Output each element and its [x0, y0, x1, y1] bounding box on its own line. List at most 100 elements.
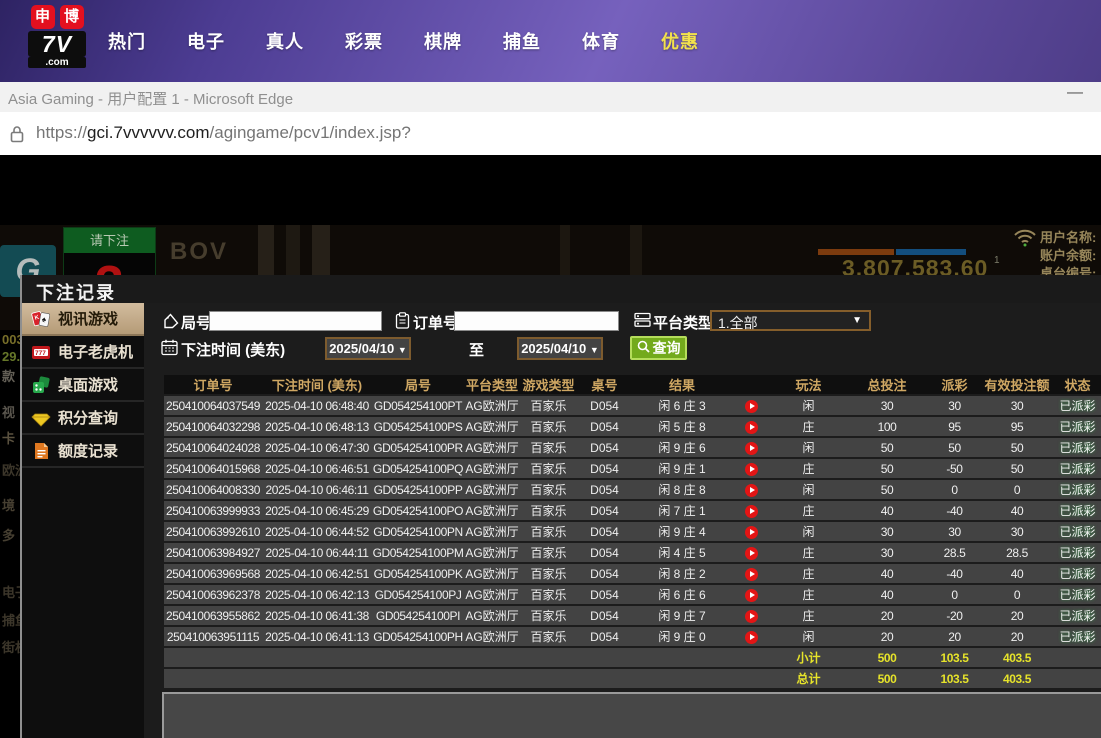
- sidebar-item-live-games[interactable]: K♠ 视讯游戏: [22, 303, 160, 336]
- screen: 申 博 7V .com 热门 电子 真人 彩票 棋牌 捕鱼 体育 优惠 Asia…: [0, 0, 1101, 738]
- cell-status: 已派彩: [1052, 627, 1101, 646]
- panel-sidebar: K♠ 视讯游戏 777 电子老虎机 桌面游戏 积分查询: [22, 303, 144, 738]
- panel-content: 局号 订单号 平台类型 1.全部 ▼ 下注时间 (美东) 2025/04/10 …: [144, 303, 1101, 738]
- nav-item-cards[interactable]: 棋牌: [424, 28, 462, 54]
- replay-icon[interactable]: [745, 568, 758, 581]
- chevron-down-icon: ▼: [398, 345, 407, 355]
- cell-game-type: 百家乐: [520, 417, 577, 436]
- replay-icon[interactable]: [745, 442, 758, 455]
- table-row: 250410064032298 2025-04-10 06:48:13 GD05…: [164, 417, 1101, 436]
- sidebar-item-label: 电子老虎机: [58, 341, 133, 362]
- cell-status: 已派彩: [1052, 522, 1101, 541]
- cell-table-number: D054: [577, 417, 632, 436]
- cell-game-type: 百家乐: [520, 501, 577, 520]
- cell-table-number: D054: [577, 480, 632, 499]
- date-to-select[interactable]: 2025/04/10 ▼: [517, 337, 603, 360]
- subtotal-bet: 500: [847, 648, 927, 667]
- cell-result: 闲 5 庄 8: [632, 417, 732, 436]
- replay-icon[interactable]: [745, 547, 758, 560]
- records-table-wrap: 订单号 下注时间 (美东) 局号 平台类型 游戏类型 桌号 结果 玩法 总投注 …: [164, 373, 1101, 690]
- nav-item-promo[interactable]: 优惠: [661, 28, 699, 54]
- sidebar-item-slot-machines[interactable]: 777 电子老虎机: [22, 336, 144, 369]
- cell-total-bet: 30: [847, 522, 927, 541]
- cell-valid-bet: 40: [982, 501, 1052, 520]
- replay-icon[interactable]: [745, 589, 758, 602]
- nav-item-slots[interactable]: 电子: [187, 28, 225, 54]
- table-row: 250410063951115 2025-04-10 06:41:13 GD05…: [164, 627, 1101, 646]
- account-user-label: 用户名称:: [1040, 227, 1101, 246]
- replay-icon[interactable]: [745, 505, 758, 518]
- platform-type-select[interactable]: 1.全部 ▼: [710, 310, 871, 331]
- cell-status: 已派彩: [1052, 606, 1101, 625]
- cell-status: 已派彩: [1052, 480, 1101, 499]
- cell-valid-bet: 40: [982, 564, 1052, 583]
- cell-round-number: GD054254100PJ: [372, 585, 464, 604]
- date-from-select[interactable]: 2025/04/10 ▼: [325, 337, 411, 360]
- total-bet: 500: [847, 669, 927, 688]
- table-row: 250410064037549 2025-04-10 06:48:40 GD05…: [164, 396, 1101, 415]
- cell-status: 已派彩: [1052, 396, 1101, 415]
- cell-replay: [732, 522, 770, 541]
- cell-bet-time: 2025-04-10 06:48:13: [262, 417, 372, 436]
- nav-item-lottery[interactable]: 彩票: [345, 28, 383, 54]
- replay-icon[interactable]: [745, 631, 758, 644]
- table-row: 250410063955862 2025-04-10 06:41:38 GD05…: [164, 606, 1101, 625]
- cell-status: 已派彩: [1052, 585, 1101, 604]
- nav-item-hot[interactable]: 热门: [108, 28, 146, 54]
- cell-round-number: GD054254100PI: [372, 606, 464, 625]
- cell-play-type: 闲: [770, 438, 847, 457]
- cell-payout: 30: [927, 522, 982, 541]
- chevron-down-icon: ▼: [852, 315, 862, 326]
- cell-total-bet: 50: [847, 459, 927, 478]
- col-table-number: 桌号: [577, 375, 632, 394]
- platform-filter-label: 平台类型: [653, 312, 713, 333]
- window-titlebar: Asia Gaming - 用户配置 1 - Microsoft Edge —: [0, 82, 1101, 112]
- replay-icon[interactable]: [745, 610, 758, 623]
- sidebar-item-table-games[interactable]: 桌面游戏: [22, 369, 144, 402]
- address-bar[interactable]: https://gci.7vvvvvv.com/agingame/pcv1/in…: [0, 112, 1101, 155]
- cell-order-number: 250410063951115: [164, 627, 262, 646]
- cell-payout: -40: [927, 501, 982, 520]
- site-logo[interactable]: 申 博 7V .com: [28, 5, 86, 68]
- cell-replay: [732, 480, 770, 499]
- col-play-type: 玩法: [770, 375, 847, 394]
- replay-icon[interactable]: [745, 484, 758, 497]
- scrollbar-track[interactable]: [162, 692, 1101, 738]
- cell-bet-time: 2025-04-10 06:44:52: [262, 522, 372, 541]
- replay-icon[interactable]: [745, 463, 758, 476]
- cell-game-type: 百家乐: [520, 459, 577, 478]
- url-text[interactable]: https://gci.7vvvvvv.com/agingame/pcv1/in…: [36, 123, 411, 143]
- cell-order-number: 250410064024028: [164, 438, 262, 457]
- cell-payout: 28.5: [927, 543, 982, 562]
- cell-result: 闲 9 庄 0: [632, 627, 732, 646]
- sidebar-item-credit-records[interactable]: 额度记录: [22, 435, 144, 468]
- cell-valid-bet: 30: [982, 522, 1052, 541]
- cell-payout: -40: [927, 564, 982, 583]
- nav-item-fishing[interactable]: 捕鱼: [503, 28, 541, 54]
- replay-icon[interactable]: [745, 526, 758, 539]
- cell-order-number: 250410063984927: [164, 543, 262, 562]
- logo-7v: 7V: [28, 31, 86, 57]
- cell-payout: 0: [927, 585, 982, 604]
- cell-total-bet: 20: [847, 606, 927, 625]
- cell-status: 已派彩: [1052, 564, 1101, 583]
- gem-icon: [31, 408, 51, 428]
- bet-records-panel: 下注记录 K♠ 视讯游戏 777 电子老虎机 桌面游戏: [20, 275, 1101, 738]
- minimize-button[interactable]: —: [1067, 84, 1083, 102]
- top-nav: 申 博 7V .com 热门 电子 真人 彩票 棋牌 捕鱼 体育 优惠: [0, 0, 1101, 82]
- replay-icon[interactable]: [745, 400, 758, 413]
- cell-table-number: D054: [577, 522, 632, 541]
- order-number-input[interactable]: [454, 311, 619, 331]
- sidebar-item-points-query[interactable]: 积分查询: [22, 402, 144, 435]
- nav-item-sports[interactable]: 体育: [582, 28, 620, 54]
- seat-number: 1: [994, 255, 1000, 266]
- replay-icon[interactable]: [745, 421, 758, 434]
- col-bet-time: 下注时间 (美东): [262, 375, 372, 394]
- cell-bet-time: 2025-04-10 06:41:13: [262, 627, 372, 646]
- nav-item-live[interactable]: 真人: [266, 28, 304, 54]
- round-filter-label: 局号: [181, 312, 211, 333]
- round-number-input[interactable]: [209, 311, 382, 331]
- cell-payout: -50: [927, 459, 982, 478]
- sidebar-item-label: 桌面游戏: [58, 374, 118, 395]
- search-button[interactable]: 查询: [630, 336, 687, 360]
